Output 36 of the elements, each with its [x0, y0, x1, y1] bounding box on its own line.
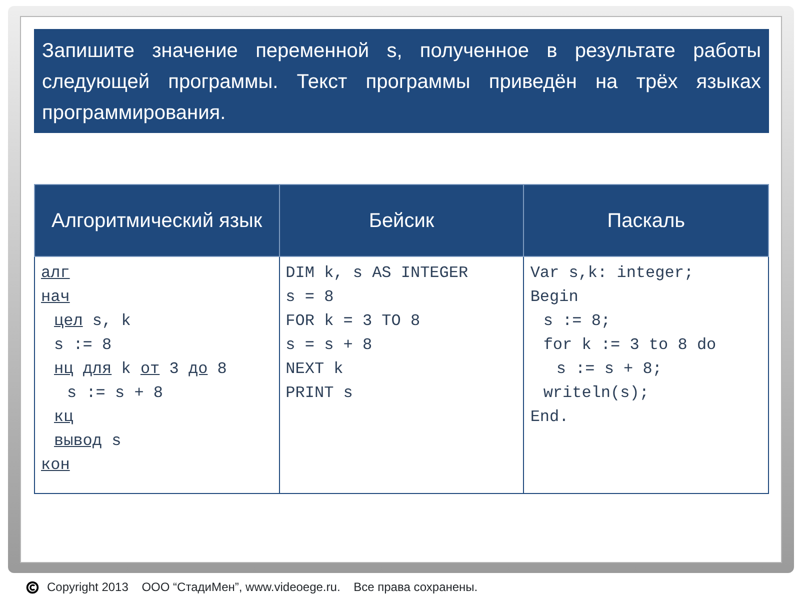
code-text: NEXT k — [286, 360, 344, 378]
column-header: Паскаль — [524, 184, 768, 256]
code-text: s = 8 — [286, 288, 334, 306]
code-keyword: до — [188, 360, 208, 378]
copyright-icon — [26, 580, 39, 594]
code-keyword: от — [140, 360, 160, 378]
task-text: Запишите значение переменной s, полученное в результате работы следующей программы. Текст программы приведён на трёх языках программирования. — [34, 29, 769, 133]
code-text: s := s + 8 — [67, 384, 164, 402]
column-header: Бейсик — [279, 184, 524, 256]
code-text: DIM k, s AS INTEGER — [286, 264, 468, 282]
code-text: s, k — [92, 312, 131, 330]
code-text: s — [112, 432, 122, 450]
code-keyword: цел — [54, 312, 83, 330]
code-keyword: алг — [41, 264, 70, 282]
code-text: PRINT s — [286, 384, 353, 402]
code-text: s := 8; — [543, 312, 611, 330]
code-text: k — [121, 360, 131, 378]
code-text: writeln(s); — [543, 384, 649, 402]
code-text: FOR k = 3 TO 8 — [286, 312, 420, 330]
code-text: s := 8 — [54, 336, 112, 354]
column-header: Алгоритмический язык — [34, 184, 280, 256]
code-keyword: вывод — [54, 432, 102, 450]
code-text: s := s + 8; — [556, 360, 662, 378]
code-text: 8 — [217, 360, 227, 378]
code-text: Var s,k: integer; — [530, 264, 694, 282]
code-text: Begin — [530, 288, 578, 306]
code-keyword: нц — [54, 360, 74, 378]
code-keyword: нач — [41, 288, 70, 306]
code-text: 3 — [169, 360, 179, 378]
code-keyword: для — [82, 360, 112, 378]
code-keyword: кон — [41, 456, 70, 474]
code-text: s = s + 8 — [286, 336, 372, 354]
code-text: for k := 3 to 8 do — [543, 336, 716, 354]
copyright-text: Copyright 2013 ООО “СтадиМен”, www.videoege.ru. Все права сохранены. — [47, 579, 478, 596]
code-keyword: кц — [54, 408, 74, 426]
code-text: End. — [530, 408, 569, 426]
